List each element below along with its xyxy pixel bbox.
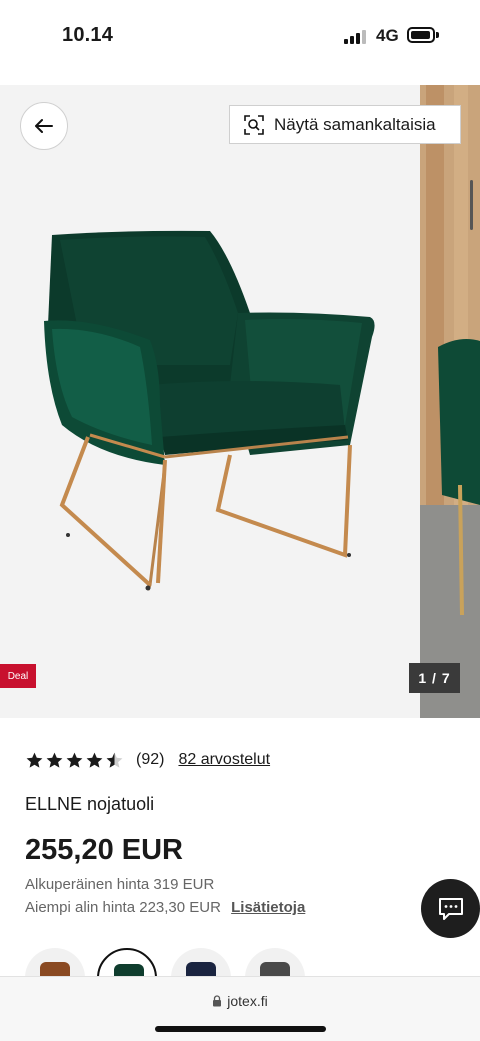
- rating-count: (92): [136, 751, 165, 768]
- visual-search-icon: [244, 114, 264, 135]
- deal-badge: Deal: [0, 664, 36, 688]
- chat-button[interactable]: [421, 879, 480, 938]
- url-display[interactable]: jotex.fi: [0, 993, 480, 1009]
- chat-icon: [438, 897, 463, 920]
- more-info-link[interactable]: Lisätietoja: [231, 899, 305, 916]
- star-full-icon: [66, 752, 83, 768]
- lock-icon: [213, 995, 222, 1007]
- network-label: 4G: [376, 26, 399, 45]
- product-price: 255,20 EUR: [25, 834, 183, 866]
- lowest-price-row: Aiempi alin hinta 223,30 EUR Lisätietoja: [25, 899, 305, 916]
- url-text: jotex.fi: [227, 993, 268, 1009]
- star-full-icon: [26, 752, 43, 768]
- signal-icon: [344, 28, 368, 44]
- star-half-icon: [106, 752, 123, 768]
- battery-tip: [436, 32, 439, 38]
- browser-address-bar[interactable]: jotex.fi: [0, 976, 480, 1041]
- arrow-left-icon: [35, 119, 53, 133]
- lowest-price: Aiempi alin hinta 223,30 EUR: [25, 899, 221, 916]
- show-similar-label: Näytä samankaltaisia: [274, 114, 436, 134]
- reviews-link[interactable]: 82 arvostelut: [178, 751, 270, 769]
- status-time: 10.14: [62, 24, 114, 46]
- original-price: Alkuperäinen hinta 319 EUR: [25, 876, 215, 893]
- home-indicator[interactable]: [155, 1026, 326, 1032]
- rating-stars: [25, 751, 124, 770]
- product-gallery[interactable]: Näytä samankaltaisia Deal 1 / 7: [0, 85, 480, 718]
- product-image[interactable]: [0, 85, 420, 718]
- status-bar: 10.14 4G: [0, 0, 480, 72]
- product-title: ELLNE nojatuoli: [25, 794, 155, 814]
- star-full-icon: [46, 752, 63, 768]
- back-button[interactable]: [20, 102, 68, 150]
- image-counter: 1 / 7: [409, 663, 460, 693]
- chair-image: [44, 230, 375, 591]
- rating-row: (92) 82 arvostelut: [25, 748, 270, 772]
- gallery-scroll-indicator: [470, 180, 473, 230]
- battery-icon: [407, 27, 435, 43]
- show-similar-button[interactable]: Näytä samankaltaisia: [229, 105, 461, 144]
- star-full-icon: [86, 752, 103, 768]
